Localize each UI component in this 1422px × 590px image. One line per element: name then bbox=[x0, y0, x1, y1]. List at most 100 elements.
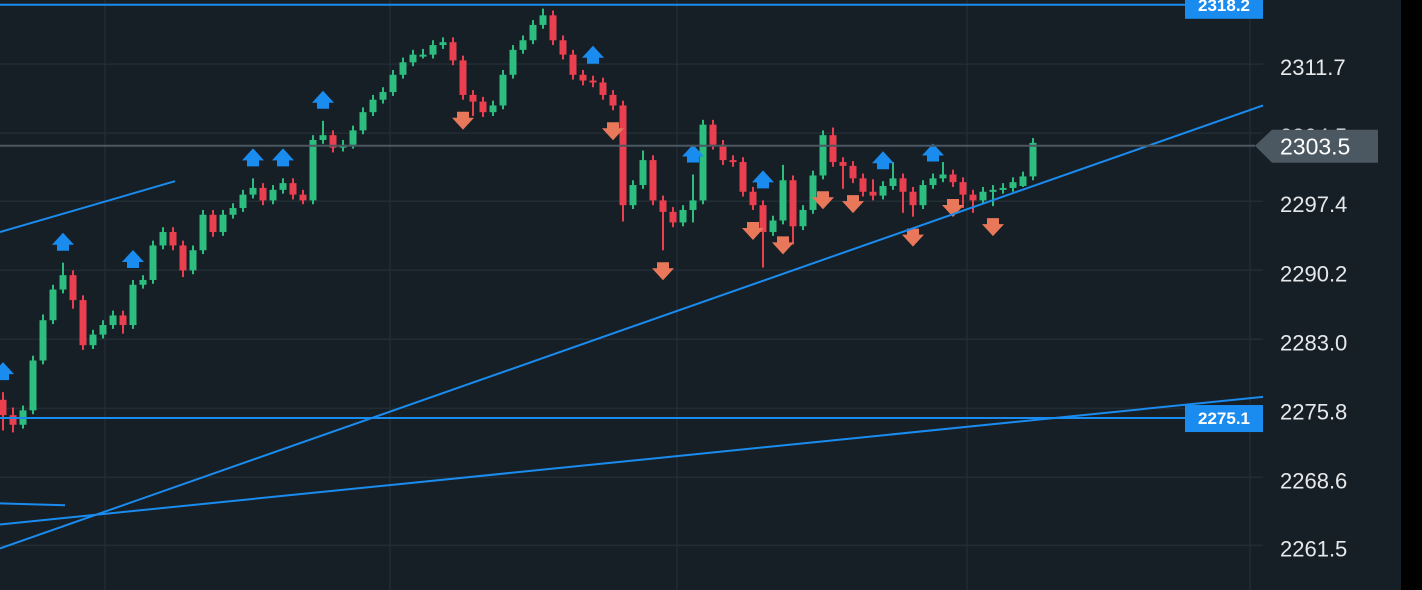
candle-body bbox=[199, 214, 207, 251]
candlestick-chart[interactable]: 2318.2 2275.1 2311.7 2297.4 2290.2 2283.0 227… bbox=[0, 0, 1422, 590]
candle bbox=[569, 49, 577, 80]
candle bbox=[769, 215, 777, 236]
candle-body bbox=[769, 220, 777, 233]
candle bbox=[419, 48, 427, 59]
candle-body bbox=[399, 62, 407, 75]
candle bbox=[809, 170, 817, 214]
candle bbox=[519, 35, 527, 54]
trendline[interactable] bbox=[0, 502, 66, 507]
candle bbox=[919, 180, 927, 210]
candle bbox=[39, 314, 47, 365]
candle-body bbox=[539, 15, 547, 25]
candle bbox=[719, 139, 727, 165]
candle-body bbox=[249, 187, 257, 195]
candle-body bbox=[599, 82, 607, 95]
candle bbox=[529, 20, 537, 45]
candle bbox=[139, 275, 147, 289]
candle-body bbox=[829, 135, 837, 163]
sell-signal-arrow-down-icon bbox=[772, 236, 794, 255]
candle-body bbox=[749, 191, 757, 206]
candle-body bbox=[279, 183, 287, 190]
candle bbox=[549, 10, 557, 46]
candle bbox=[189, 245, 197, 275]
trendline[interactable] bbox=[0, 104, 1264, 550]
candle bbox=[119, 310, 127, 334]
candle-body bbox=[719, 144, 727, 161]
candle-body bbox=[489, 105, 497, 113]
buy-signal-arrow-up-icon bbox=[0, 362, 14, 381]
candle-body bbox=[959, 182, 967, 195]
candle-body bbox=[9, 415, 17, 425]
right-edge bbox=[1401, 0, 1422, 590]
candle bbox=[479, 96, 487, 117]
candle bbox=[669, 207, 677, 228]
drawings[interactable]: 2318.2 2275.1 bbox=[0, 0, 1264, 550]
candle-body bbox=[989, 189, 997, 192]
candle bbox=[299, 189, 307, 205]
candle-body bbox=[679, 209, 687, 223]
buy-signal-arrow-up-icon bbox=[242, 148, 264, 167]
candle bbox=[199, 209, 207, 255]
candle bbox=[319, 120, 327, 144]
candle bbox=[539, 8, 547, 29]
candle-body bbox=[739, 162, 747, 192]
candle bbox=[879, 181, 887, 200]
candle bbox=[459, 55, 467, 100]
candle-body bbox=[629, 185, 637, 206]
candle-body bbox=[519, 40, 527, 50]
candle bbox=[659, 195, 667, 251]
candle-body bbox=[479, 101, 487, 113]
candle-body bbox=[779, 180, 787, 221]
candle bbox=[899, 173, 907, 213]
candle bbox=[689, 174, 697, 223]
candle-body bbox=[209, 214, 217, 233]
candle-body bbox=[589, 80, 597, 83]
horizontal-level-label: 2318.2 bbox=[1198, 0, 1250, 15]
buy-signal-arrow-up-icon bbox=[312, 90, 334, 109]
candle bbox=[779, 164, 787, 225]
price-axis-tick-label: 2283.0 bbox=[1280, 330, 1347, 355]
candle-body bbox=[69, 275, 77, 301]
candle-body bbox=[569, 54, 577, 75]
candle-body bbox=[819, 135, 827, 176]
candle bbox=[759, 200, 767, 268]
candle bbox=[209, 209, 217, 237]
candle bbox=[579, 69, 587, 86]
candle-body bbox=[89, 334, 97, 346]
candle-body bbox=[79, 300, 87, 346]
candle bbox=[739, 157, 747, 197]
candle bbox=[559, 35, 567, 60]
candle bbox=[49, 284, 57, 325]
sell-signal-arrow-down-icon bbox=[452, 111, 474, 130]
candle bbox=[359, 107, 367, 135]
trendline[interactable] bbox=[0, 395, 1264, 526]
candle-body bbox=[239, 194, 247, 209]
candle bbox=[249, 178, 257, 199]
price-axis-tick-label: 2275.8 bbox=[1280, 399, 1347, 424]
candle bbox=[449, 37, 457, 66]
price-axis[interactable]: 2311.7 2297.4 2290.2 2283.0 2275.8 2268.6 2261… bbox=[0, 55, 1378, 561]
price-axis-tick-label: 2261.5 bbox=[1280, 536, 1347, 561]
candle-body bbox=[59, 275, 67, 290]
candle bbox=[749, 186, 757, 210]
candle-body bbox=[849, 165, 857, 179]
candle-body bbox=[939, 174, 947, 179]
candle bbox=[149, 240, 157, 284]
candle bbox=[399, 57, 407, 79]
candle-body bbox=[919, 185, 927, 206]
candle bbox=[1019, 171, 1027, 187]
candle-body bbox=[429, 45, 437, 55]
candle-body bbox=[509, 49, 517, 75]
candle bbox=[619, 100, 627, 222]
candle bbox=[649, 155, 657, 206]
grid bbox=[0, 0, 1263, 590]
trendline[interactable] bbox=[0, 180, 176, 233]
candle-body bbox=[169, 232, 177, 246]
candle-body bbox=[309, 139, 317, 201]
buy-signal-arrow-up-icon bbox=[122, 249, 144, 268]
candle-body bbox=[29, 360, 37, 411]
candle bbox=[839, 157, 847, 189]
candle bbox=[379, 87, 387, 104]
candle-body bbox=[139, 279, 147, 285]
candle bbox=[729, 155, 737, 167]
